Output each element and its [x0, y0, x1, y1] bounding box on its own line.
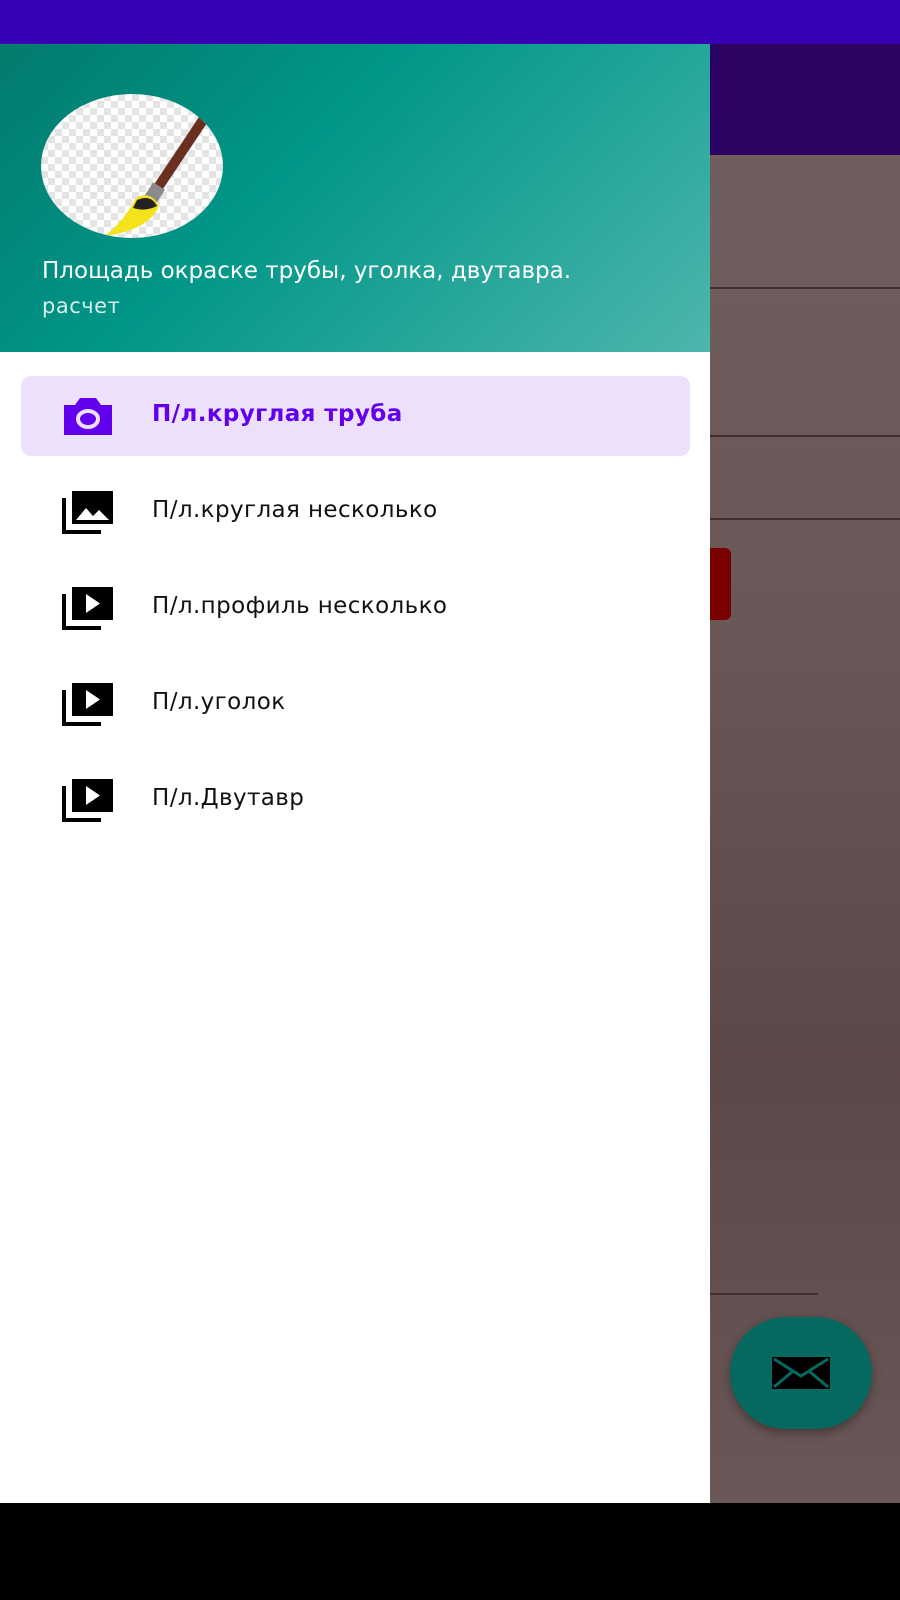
video-library-icon: [62, 683, 113, 726]
navigation-drawer: Площадь окраске трубы, уголка, двутавра.…: [0, 44, 710, 1503]
menu-item-i-beam[interactable]: П/л.Двутавр: [21, 760, 690, 840]
menu-item-label: П/л.профиль несколько: [152, 593, 448, 619]
field-divider: [710, 435, 900, 437]
paintbrush-icon: [105, 115, 208, 236]
video-library-icon: [62, 587, 113, 630]
menu-item-label: П/л.круглая несколько: [152, 497, 438, 523]
avatar: [41, 94, 223, 238]
menu-item-label: П/л.Двутавр: [152, 785, 305, 811]
camera-icon: [64, 398, 112, 435]
video-library-icon: [62, 779, 113, 822]
field-divider: [710, 287, 900, 289]
drawer-header: Площадь окраске трубы, уголка, двутавра.…: [0, 44, 710, 352]
drawer-title: Площадь окраске трубы, уголка, двутавра.: [42, 258, 572, 284]
mail-fab-button[interactable]: [730, 1317, 872, 1429]
drawer-subtitle: расчет: [42, 294, 121, 318]
menu-item-round-pipe[interactable]: П/л.круглая труба: [21, 376, 690, 456]
photo-library-icon: [62, 491, 113, 534]
field-divider: [710, 518, 900, 520]
menu-item-angle[interactable]: П/л.уголок: [21, 664, 690, 744]
menu-item-label: П/л.уголок: [152, 689, 286, 715]
mail-icon: [772, 1357, 830, 1389]
menu-item-profile-multiple[interactable]: П/л.профиль несколько: [21, 568, 690, 648]
status-bar: [0, 0, 900, 44]
system-navigation-bar: [0, 1503, 900, 1600]
field-divider: [710, 1293, 818, 1295]
menu-item-round-multiple[interactable]: П/л.круглая несколько: [21, 472, 690, 552]
menu-item-label: П/л.круглая труба: [152, 401, 403, 427]
